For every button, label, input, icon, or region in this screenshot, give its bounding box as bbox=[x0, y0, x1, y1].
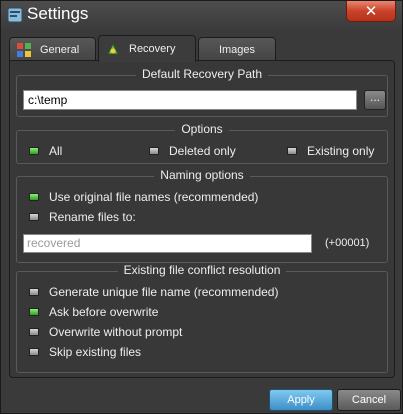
option-label: Existing only bbox=[307, 144, 375, 158]
option-existing-only[interactable]: Existing only bbox=[287, 144, 374, 158]
checkbox-checked-icon bbox=[29, 308, 39, 316]
option-label: Overwrite without prompt bbox=[49, 325, 183, 339]
recovery-icon bbox=[107, 42, 119, 55]
group-title: Naming options bbox=[154, 168, 250, 182]
group-title: Options bbox=[175, 122, 229, 136]
tab-label: General bbox=[40, 43, 80, 56]
conflict-resolution-group: Existing file conflict resolution Genera… bbox=[16, 263, 388, 373]
checkbox-unchecked-icon bbox=[287, 147, 297, 155]
option-original-names[interactable]: Use original file names (recommended) bbox=[29, 190, 258, 204]
checkbox-unchecked-icon bbox=[29, 348, 39, 356]
window-title: Settings bbox=[27, 4, 89, 23]
option-overwrite-without-prompt[interactable]: Overwrite without prompt bbox=[29, 325, 182, 339]
apply-button[interactable]: Apply bbox=[269, 389, 333, 411]
options-group: Options All Deleted only Existing only bbox=[16, 122, 388, 164]
option-ask-before-overwrite[interactable]: Ask before overwrite bbox=[29, 305, 158, 319]
tab-general[interactable]: General bbox=[9, 37, 96, 61]
option-deleted-only[interactable]: Deleted only bbox=[149, 144, 236, 158]
option-label: Rename files to: bbox=[49, 210, 136, 224]
gear-icon bbox=[17, 42, 31, 57]
browse-button[interactable]: ... bbox=[364, 90, 386, 110]
close-icon: ✕ bbox=[364, 2, 378, 20]
checkbox-unchecked-icon bbox=[29, 288, 39, 296]
checkbox-checked-icon bbox=[29, 193, 39, 201]
option-all[interactable]: All bbox=[29, 144, 62, 158]
tab-label: Recovery bbox=[129, 43, 176, 55]
tab-label: Images bbox=[218, 43, 256, 56]
checkbox-checked-icon bbox=[29, 147, 39, 155]
option-rename-files[interactable]: Rename files to: bbox=[29, 210, 136, 224]
recovery-path-input[interactable]: c:\temp bbox=[23, 90, 357, 110]
cancel-button[interactable]: Cancel bbox=[337, 389, 401, 411]
rename-suffix: (+00001) bbox=[325, 237, 370, 249]
option-skip-existing[interactable]: Skip existing files bbox=[29, 345, 141, 359]
option-label: Generate unique file name (recommended) bbox=[49, 285, 279, 299]
option-generate-unique[interactable]: Generate unique file name (recommended) bbox=[29, 285, 278, 299]
title-bar[interactable]: Settings ✕ bbox=[1, 1, 402, 31]
option-label: Skip existing files bbox=[49, 345, 142, 359]
tab-images[interactable]: Images bbox=[198, 37, 276, 61]
option-label: Ask before overwrite bbox=[49, 305, 159, 319]
group-title: Existing file conflict resolution bbox=[117, 263, 287, 277]
close-button[interactable]: ✕ bbox=[346, 1, 396, 22]
option-label: All bbox=[49, 144, 63, 158]
recovery-path-group: Default Recovery Path c:\temp ... bbox=[16, 67, 388, 117]
tab-recovery[interactable]: Recovery bbox=[98, 35, 196, 62]
group-title: Default Recovery Path bbox=[135, 67, 269, 81]
recovery-panel: Default Recovery Path c:\temp ... Option… bbox=[9, 60, 395, 378]
checkbox-unchecked-icon bbox=[29, 213, 39, 221]
settings-window: Settings ✕ General Recovery Images Defau… bbox=[0, 0, 403, 414]
checkbox-unchecked-icon bbox=[149, 147, 159, 155]
rename-input[interactable]: recovered bbox=[23, 234, 312, 253]
settings-app-icon bbox=[7, 7, 23, 23]
option-label: Use original file names (recommended) bbox=[49, 190, 259, 204]
naming-options-group: Naming options Use original file names (… bbox=[16, 168, 388, 263]
checkbox-unchecked-icon bbox=[29, 328, 39, 336]
option-label: Deleted only bbox=[169, 144, 236, 158]
